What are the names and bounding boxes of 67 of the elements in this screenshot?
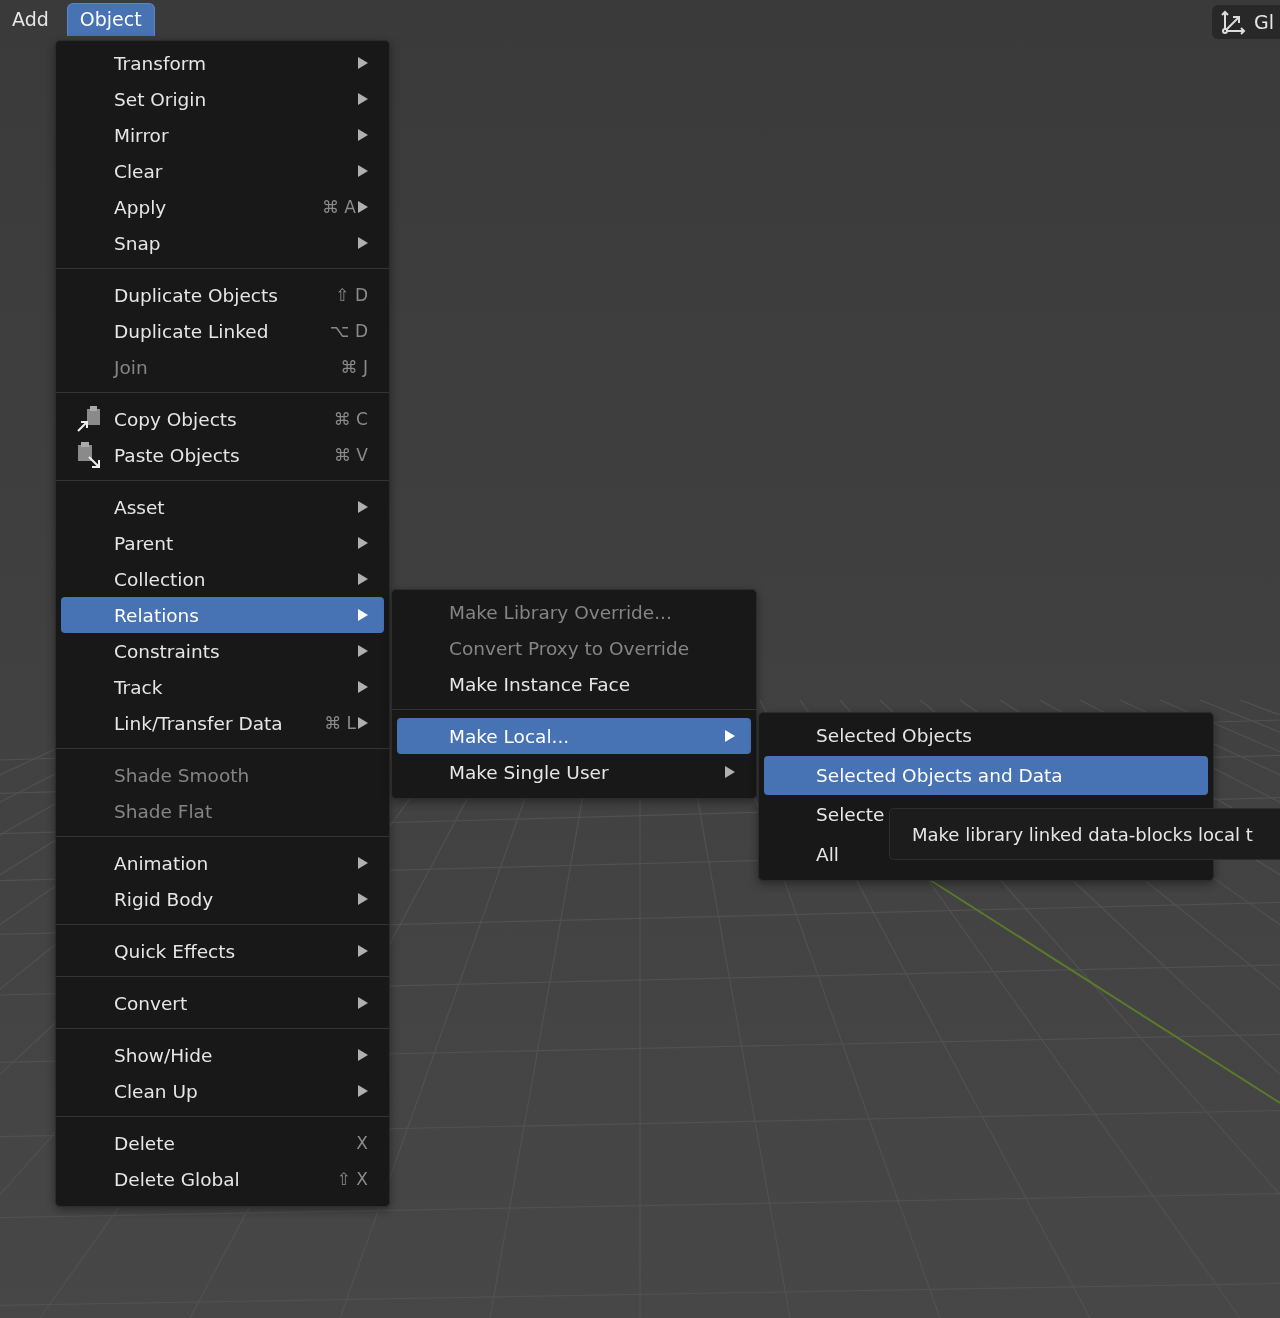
clipboard-arrow-icon [75,441,103,469]
submenu-arrow-icon [358,165,368,177]
submenu-arrow-icon [358,997,368,1009]
submenu-arrow-icon [358,129,368,141]
shortcut-label: ⇧ X [336,1169,368,1189]
menu-item[interactable]: Relations [61,597,384,633]
menu-item[interactable]: Mirror [61,117,384,153]
menu-item[interactable]: Parent [61,525,384,561]
menu-item[interactable]: Animation [61,845,384,881]
menu-item[interactable]: Track [61,669,384,705]
submenu-arrow-icon [358,857,368,869]
submenu-arrow-icon [358,537,368,549]
menu-item[interactable]: Show/Hide [61,1037,384,1073]
axes-icon [1220,9,1246,35]
shortcut-label: ⌘ C [333,409,368,429]
menu-item[interactable]: Transform [61,45,384,81]
menu-item[interactable]: Clean Up [61,1073,384,1109]
submenu-arrow-icon [358,57,368,69]
submenu-arrow-icon [358,1049,368,1061]
shortcut-label: ⌘ L [324,713,356,733]
submenu-arrow-icon [358,573,368,585]
submenu-arrow-icon [358,945,368,957]
submenu-arrow-icon [358,609,368,621]
shortcut-label: ⌘ J [340,357,368,377]
shortcut-label: ⌘ V [333,445,368,465]
menu-item[interactable]: Make Single User [397,754,751,790]
submenu-arrow-icon [358,93,368,105]
menu-item[interactable]: Quick Effects [61,933,384,969]
submenu-arrow-icon [358,201,368,213]
menu-item[interactable]: Clear [61,153,384,189]
clipboard-arrow-icon [75,405,103,433]
shortcut-label: X [356,1133,368,1153]
menu-item[interactable]: Link/Transfer Data ⌘ L [61,705,384,741]
menu-item[interactable]: Constraints [61,633,384,669]
menu-item[interactable]: Copy Objects ⌘ C [61,401,384,437]
menu-item[interactable]: Delete X [61,1125,384,1161]
menu-item[interactable]: Set Origin [61,81,384,117]
submenu-arrow-icon [358,1085,368,1097]
menu-item[interactable]: Selected Objects [764,716,1208,756]
menu-tab[interactable]: Object [66,3,155,36]
menu-item[interactable]: Duplicate Linked ⌥ D [61,313,384,349]
submenu-arrow-icon [725,730,735,742]
menu-item[interactable]: Asset [61,489,384,525]
submenu-arrow-icon [358,893,368,905]
menu-item[interactable]: Selected Objects and Data [764,755,1208,795]
menu-item[interactable]: Rigid Body [61,881,384,917]
menu-item[interactable]: Make Instance Face [397,666,751,702]
submenu-arrow-icon [358,645,368,657]
submenu-arrow-icon [725,766,735,778]
menu-item[interactable]: Apply ⌘ A [61,189,384,225]
menu-item[interactable]: Convert [61,985,384,1021]
shortcut-label: ⇧ D [335,285,368,305]
submenu-arrow-icon [358,501,368,513]
menu-item[interactable]: Collection [61,561,384,597]
transform-orientation-button[interactable]: Gl [1212,5,1280,39]
menu-item[interactable]: Delete Global ⇧ X [61,1161,384,1197]
submenu-arrow-icon [358,237,368,249]
menu-item[interactable]: Paste Objects ⌘ V [61,437,384,473]
menu-tab[interactable]: Add [0,3,61,36]
menu-item[interactable]: Snap [61,225,384,261]
submenu-arrow-icon [358,717,368,729]
shortcut-label: ⌘ A [321,197,356,217]
menu-item[interactable]: Make Local... [397,718,751,754]
menu-item[interactable]: Duplicate Objects ⇧ D [61,277,384,313]
tooltip-text: Make library linked data-blocks local t [912,823,1253,845]
shortcut-label: ⌥ D [329,321,368,341]
submenu-arrow-icon [358,681,368,693]
